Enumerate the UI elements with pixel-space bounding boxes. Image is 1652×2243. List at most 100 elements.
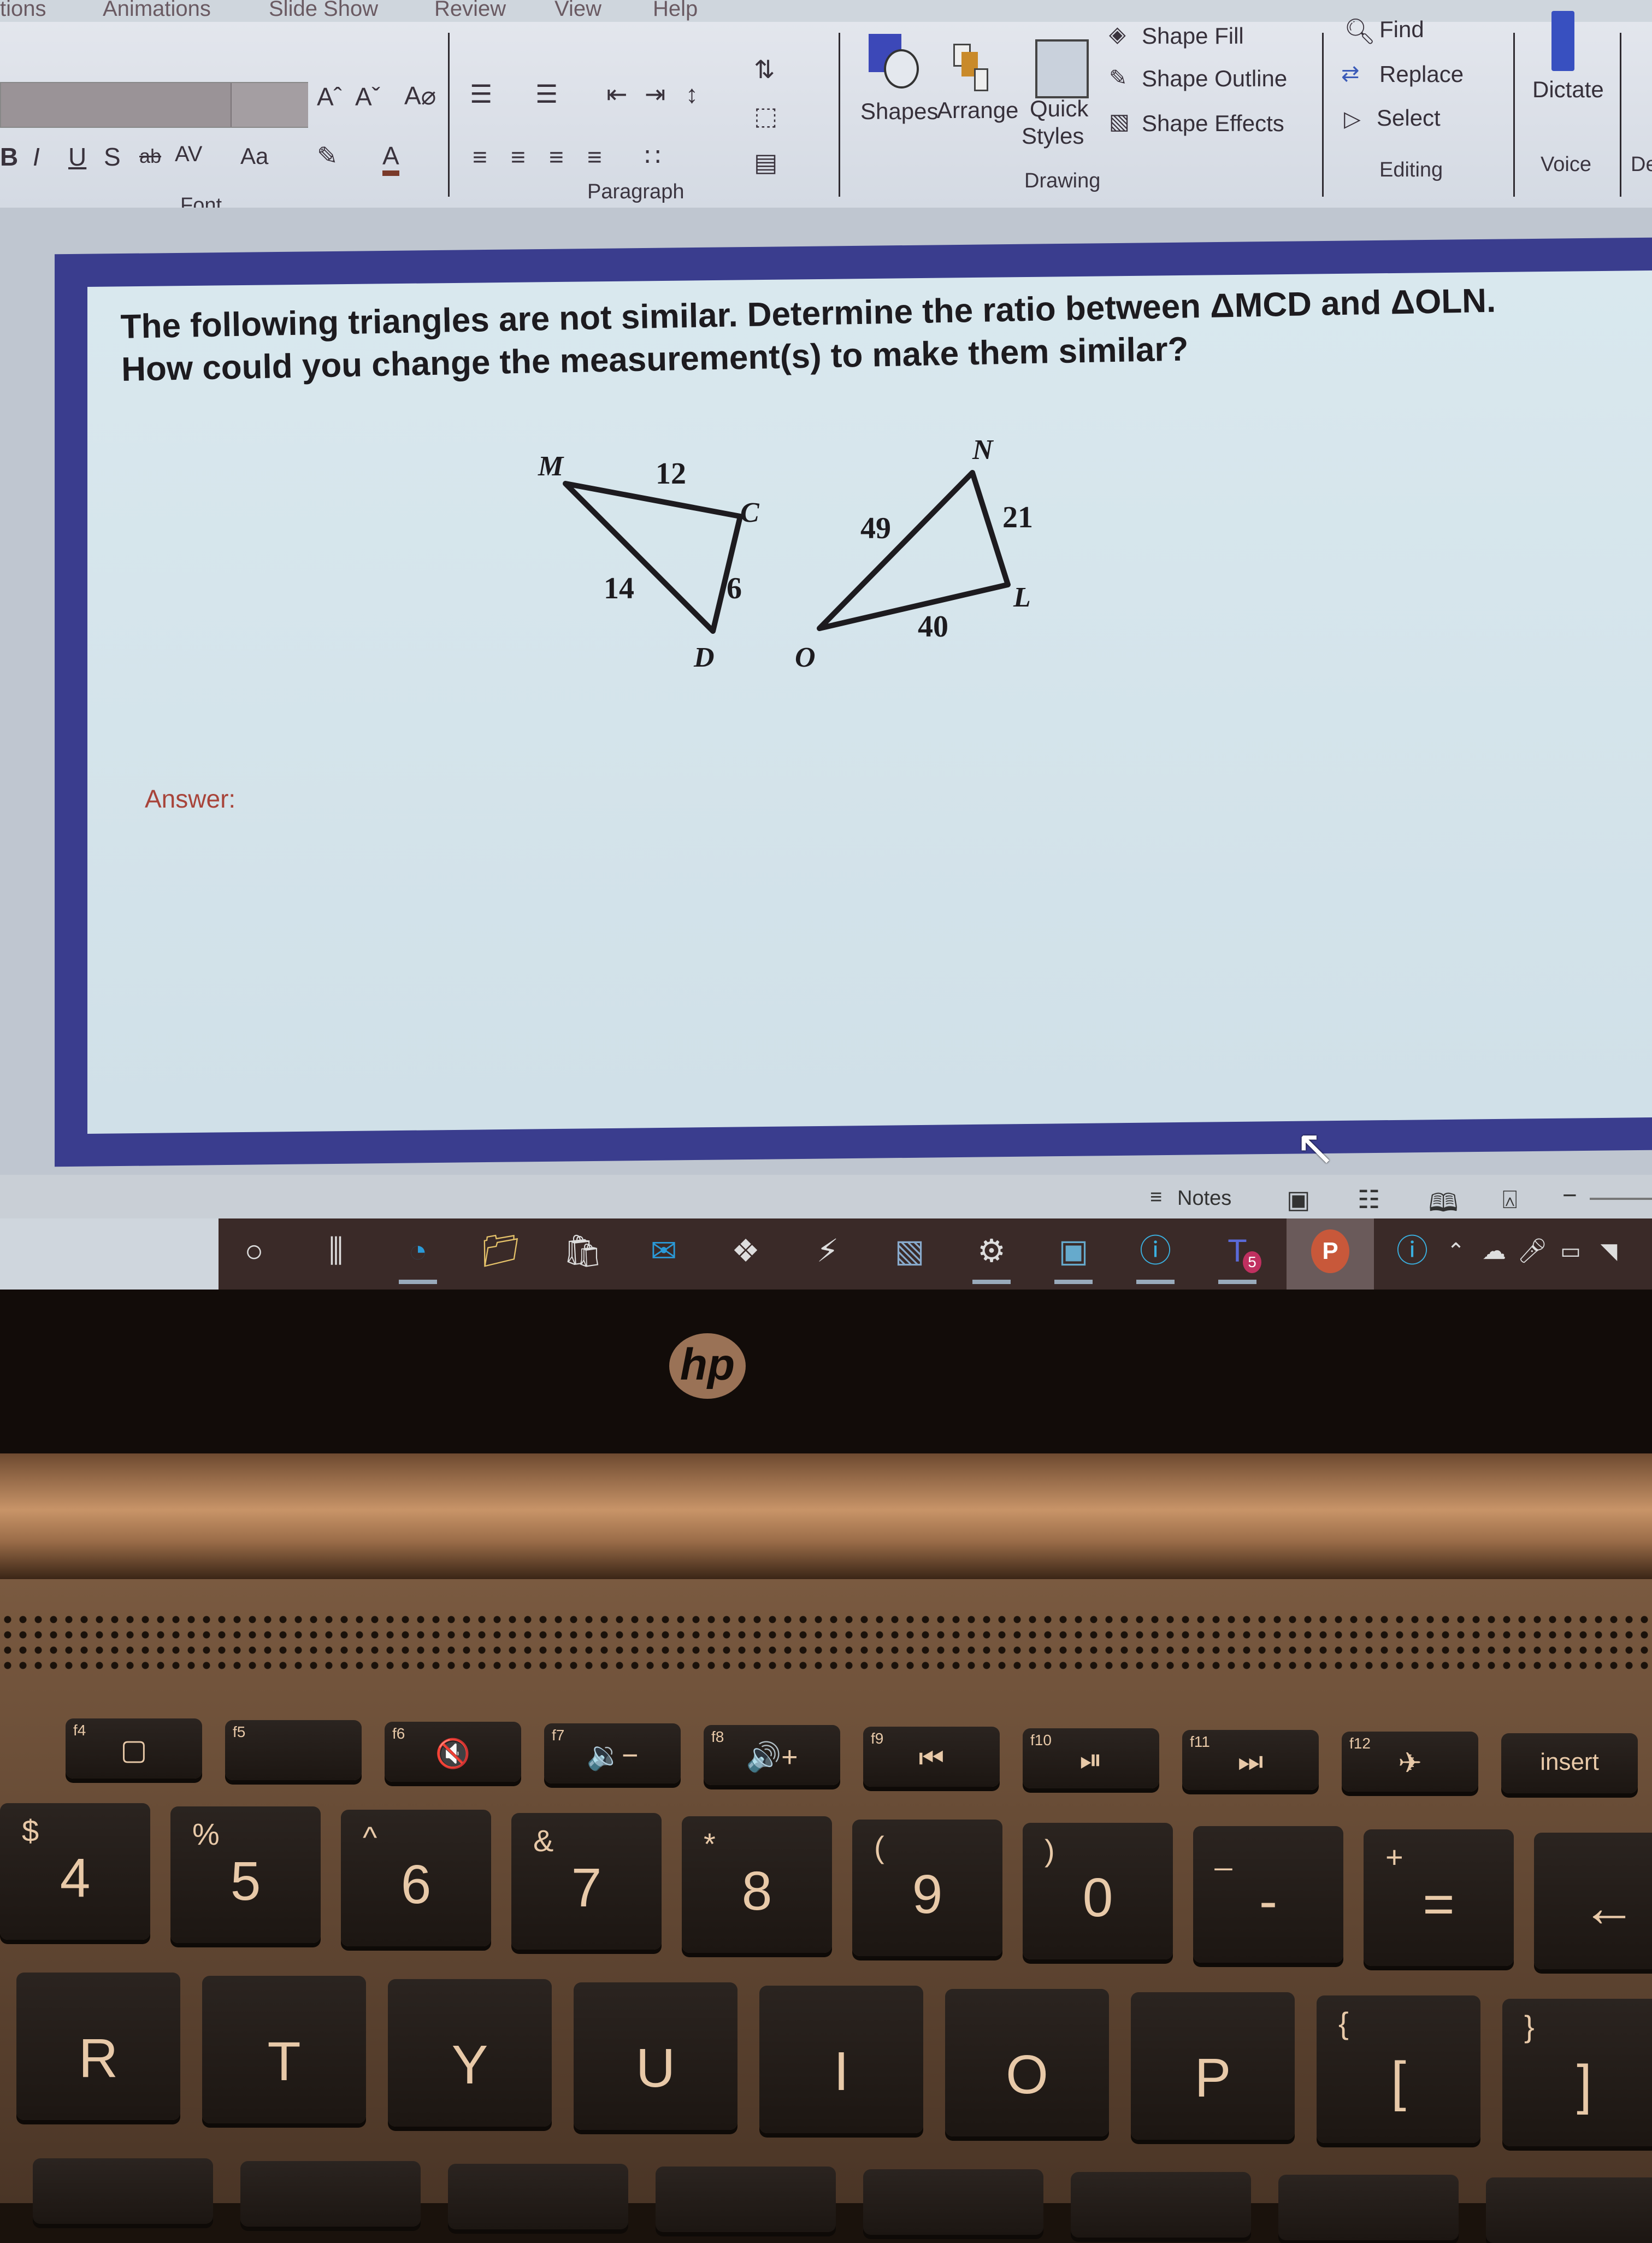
number-key[interactable]: * 8 <box>682 1816 832 1953</box>
zoom-slider[interactable] <box>1590 1198 1652 1200</box>
number-key[interactable]: (9 <box>852 1820 1002 1956</box>
letter-key[interactable]: {[ <box>1317 1995 1480 2143</box>
photos-icon[interactable]: ▧ <box>890 1229 929 1273</box>
text-direction-icon[interactable]: ⇅ <box>754 55 775 84</box>
bottom-row-key[interactable] <box>863 2169 1043 2235</box>
wifi-icon[interactable]: ◥ <box>1590 1229 1628 1273</box>
grow-font-icon[interactable]: Aˆ <box>317 82 342 111</box>
file-explorer-icon[interactable]: 📁︎ <box>481 1229 521 1273</box>
shadow-button[interactable]: S <box>104 142 121 172</box>
quick-styles-button[interactable]: Quick <box>1030 96 1088 122</box>
function-key[interactable]: f9 ⏮ <box>863 1727 1000 1787</box>
tab-transitions[interactable]: tions <box>0 0 46 21</box>
function-key[interactable]: f10 ⏯ <box>1023 1728 1159 1788</box>
powerpoint-taskbar-item[interactable]: P <box>1287 1218 1374 1290</box>
char-spacing-button[interactable]: AV <box>175 142 202 167</box>
quick-styles-icon[interactable] <box>1035 39 1089 98</box>
clear-formatting-icon[interactable]: A⌀ <box>404 81 436 110</box>
dictate-button[interactable]: Dictate <box>1532 76 1604 103</box>
line-spacing-icon[interactable]: ↕ <box>686 79 698 109</box>
shape-effects-button[interactable]: Shape Effects <box>1142 110 1284 137</box>
bold-button[interactable]: B <box>0 142 18 172</box>
function-key[interactable]: f11 ⏭ <box>1182 1730 1319 1790</box>
mail-icon[interactable]: ✉ <box>645 1229 683 1273</box>
help-icon[interactable]: ⓘ <box>1136 1229 1175 1273</box>
dropbox-icon[interactable]: ❖ <box>727 1229 765 1273</box>
smartart-icon[interactable]: ▤ <box>754 148 777 177</box>
power-automate-icon[interactable]: ⚡︎ <box>809 1229 847 1273</box>
letter-key[interactable]: P <box>1131 1992 1295 2140</box>
help-tray-icon[interactable]: ⓘ <box>1393 1229 1431 1273</box>
number-key[interactable]: _ - <box>1193 1826 1343 1963</box>
bottom-row-key[interactable] <box>33 2158 213 2224</box>
tab-slide-show[interactable]: Slide Show <box>269 0 378 21</box>
slide-canvas[interactable] <box>87 270 1652 1134</box>
bottom-row-key[interactable] <box>448 2164 628 2229</box>
bottom-row-key[interactable] <box>1486 2177 1652 2243</box>
highlight-icon[interactable]: ✎ <box>317 141 338 170</box>
letter-key[interactable]: T <box>202 1976 366 2123</box>
decrease-indent-icon[interactable]: ⇤ <box>606 79 628 109</box>
arrange-icon[interactable] <box>953 44 992 91</box>
function-key[interactable]: f6 🔇 <box>385 1722 521 1782</box>
number-key[interactable]: ^ 6 <box>341 1810 491 1946</box>
bottom-row-key[interactable] <box>1071 2172 1251 2238</box>
align-center-icon[interactable]: ≡ <box>511 142 526 172</box>
zoom-out-button[interactable]: − <box>1562 1180 1577 1210</box>
align-text-icon[interactable]: ⬚ <box>754 101 777 131</box>
battery-icon[interactable]: ▭ <box>1551 1229 1590 1273</box>
shape-fill-button[interactable]: Shape Fill <box>1142 23 1244 49</box>
function-key[interactable]: f8 🔊+ <box>704 1725 840 1785</box>
settings-icon[interactable]: ⚙ <box>972 1229 1011 1273</box>
edge-icon[interactable]: ◔ <box>399 1229 437 1273</box>
function-key[interactable]: insert <box>1501 1733 1638 1793</box>
bottom-row-key[interactable] <box>240 2161 421 2227</box>
letter-key[interactable]: O <box>945 1989 1109 2136</box>
function-key[interactable]: f7 🔉− <box>544 1723 681 1783</box>
letter-key[interactable]: R <box>16 1973 180 2120</box>
slide-show-button[interactable]: ⍓ <box>1502 1185 1518 1215</box>
letter-key[interactable]: }] <box>1502 1999 1652 2146</box>
arrange-button[interactable]: Arrange <box>937 97 1018 123</box>
number-key[interactable]: % 5 <box>170 1806 321 1943</box>
increase-indent-icon[interactable]: ⇥ <box>645 79 666 109</box>
letter-key[interactable]: Y <box>388 1979 552 2127</box>
store-icon[interactable]: 🛍︎ <box>563 1229 603 1273</box>
shape-outline-button[interactable]: Shape Outline <box>1142 66 1287 92</box>
underline-button[interactable]: U <box>68 142 86 172</box>
select-button[interactable]: Select <box>1377 105 1441 131</box>
letter-key[interactable]: I <box>759 1986 923 2133</box>
shrink-font-icon[interactable]: Aˇ <box>355 82 380 111</box>
bottom-row-key[interactable] <box>1278 2175 1459 2240</box>
number-key[interactable]: ) 0 <box>1023 1823 1173 1959</box>
function-key[interactable]: f5 <box>225 1720 362 1780</box>
letter-key[interactable]: U <box>574 1982 738 2130</box>
dictate-icon[interactable] <box>1551 11 1574 71</box>
align-left-icon[interactable]: ≡ <box>473 142 487 172</box>
replace-button[interactable]: Replace <box>1379 61 1464 87</box>
onedrive-icon[interactable]: ☁ <box>1475 1229 1513 1273</box>
function-key[interactable]: f4 ▢ <box>66 1718 202 1779</box>
number-key[interactable]: + = <box>1364 1829 1514 1966</box>
font-name-box[interactable] <box>0 82 308 128</box>
columns-icon[interactable]: ∷ <box>645 142 660 172</box>
number-key[interactable]: & 7 <box>511 1813 662 1950</box>
tab-view[interactable]: View <box>554 0 601 21</box>
search-icon[interactable]: ○ <box>235 1229 273 1273</box>
microphone-icon[interactable]: 🎤︎ <box>1513 1229 1551 1273</box>
tab-animations[interactable]: Animations <box>103 0 211 21</box>
slide-sorter-button[interactable]: ☷ <box>1358 1185 1380 1214</box>
number-key[interactable]: ← <box>1534 1833 1652 1969</box>
task-view-icon[interactable]: ⫼ <box>317 1229 355 1273</box>
change-case-button[interactable]: Aa <box>240 143 268 169</box>
numbering-icon[interactable]: ☰ <box>535 79 558 109</box>
bullets-icon[interactable]: ☰ <box>470 79 492 109</box>
strikethrough-button[interactable]: ab <box>139 145 161 168</box>
find-button[interactable]: Find <box>1379 16 1424 43</box>
justify-icon[interactable]: ≡ <box>587 142 602 172</box>
shapes-button[interactable]: Shapes <box>860 98 938 125</box>
tab-help[interactable]: Help <box>653 0 698 21</box>
tab-review[interactable]: Review <box>434 0 506 21</box>
remote-desktop-icon[interactable]: ▣ <box>1054 1229 1093 1273</box>
italic-button[interactable]: I <box>33 142 40 172</box>
